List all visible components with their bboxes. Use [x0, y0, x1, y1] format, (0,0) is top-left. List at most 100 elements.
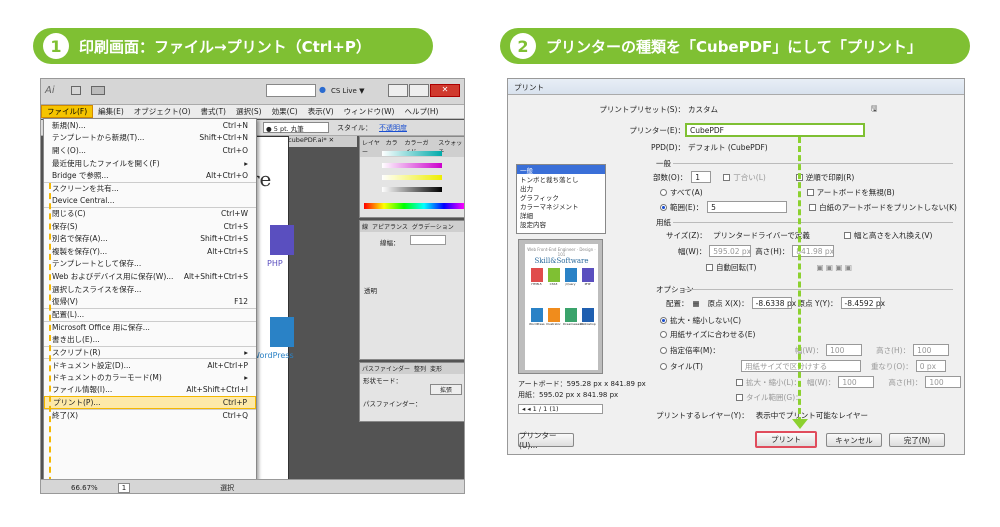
menu-item[interactable]: Bridge で参照... Alt+Ctrl+O [44, 169, 256, 182]
range-radio[interactable] [660, 203, 667, 211]
menu-file[interactable]: ファイル(F) [41, 105, 94, 118]
menu-item-print[interactable]: プリント(P)... Ctrl+P [44, 396, 256, 409]
category-item[interactable]: トンボと裁ち落とし [517, 174, 605, 184]
ignore-artboards-checkbox[interactable] [806, 189, 814, 196]
cancel-button[interactable]: キャンセル [826, 433, 882, 447]
arrange-icon[interactable] [91, 86, 105, 95]
placement-grid-icon[interactable]: ▦ [693, 299, 700, 308]
save-preset-icon[interactable]: 🖫 [871, 103, 877, 116]
menu-item[interactable]: 閉じる(C) Ctrl+W [44, 207, 256, 220]
category-item[interactable]: 詳細 [517, 210, 605, 220]
menu-window[interactable]: ウィンドウ(W) [339, 106, 400, 117]
tab-stroke[interactable]: 線 [362, 222, 368, 231]
range-input[interactable]: 5 [707, 201, 788, 213]
category-item[interactable]: 一般 [517, 165, 605, 175]
menu-item[interactable]: 書き出し(E)... [44, 333, 256, 346]
tab-align[interactable]: 整列 [414, 364, 426, 373]
tile-range-checkbox[interactable] [736, 394, 743, 401]
maximize-button[interactable] [409, 84, 429, 97]
menu-item[interactable]: 終了(X) Ctrl+Q [44, 408, 256, 422]
orientation-icons[interactable]: ▣ ▣ ▣ ▣ [816, 263, 852, 272]
menu-effect[interactable]: 効果(C) [267, 106, 303, 117]
menu-object[interactable]: オブジェクト(O) [129, 106, 196, 117]
menu-view[interactable]: 表示(V) [303, 106, 339, 117]
menu-item[interactable]: スクリーンを共有... [44, 181, 256, 195]
menu-item[interactable]: ドキュメント設定(D)... Alt+Ctrl+P [44, 358, 256, 371]
origin-y-input[interactable]: -8.4592 px [840, 297, 885, 309]
menu-item[interactable]: 復帰(V) F12 [44, 295, 256, 308]
tab-transform[interactable]: 変形 [430, 364, 442, 373]
slider-y[interactable] [382, 175, 442, 180]
bridge-icon[interactable] [71, 86, 81, 95]
menu-item[interactable]: 配置(L)... [44, 307, 256, 321]
menu-item[interactable]: ドキュメントのカラーモード(M) ▸ [44, 371, 256, 384]
menu-item[interactable]: 新規(N)... Ctrl+N [44, 119, 256, 132]
cs-height-input[interactable]: 100 [913, 344, 950, 356]
tab-layers[interactable]: レイヤー [362, 138, 382, 156]
menu-item[interactable]: 保存(S) Ctrl+S [44, 220, 256, 233]
tile-radio[interactable] [660, 362, 667, 370]
tile-height-input[interactable]: 100 [925, 376, 962, 388]
transverse-checkbox[interactable] [844, 231, 851, 239]
menu-type[interactable]: 書式(T) [196, 106, 231, 117]
tab-pathfinder[interactable]: パスファインダー [362, 364, 410, 373]
brush-select[interactable]: ● 5 pt. 丸筆 [263, 122, 329, 133]
slider-m[interactable] [382, 163, 442, 168]
printer-setup-button[interactable]: プリンター(U)... [518, 431, 574, 450]
color-spectrum[interactable] [364, 203, 464, 209]
search-input[interactable] [266, 84, 316, 97]
tile-width-input[interactable]: 100 [838, 376, 875, 388]
all-radio[interactable] [660, 189, 667, 196]
menu-help[interactable]: ヘルプ(H) [399, 106, 443, 117]
menu-item[interactable]: ファイル情報(I)... Alt+Shift+Ctrl+I [44, 383, 256, 396]
page-navigator[interactable]: ◂ ◂ 1 / 1 (1) [518, 404, 603, 414]
opacity-link[interactable]: 不透明度 [379, 123, 407, 133]
overlap-input[interactable]: 0 px [915, 360, 946, 372]
slider-k[interactable] [382, 187, 442, 192]
menu-item[interactable]: スクリプト(R) ▸ [44, 345, 256, 359]
menu-item[interactable]: 選択したスライスを保存... [44, 283, 256, 296]
cs-live-label[interactable]: CS Live ▼ [331, 87, 364, 95]
print-layers-select[interactable]: 表示中でプリント可能なレイヤー [753, 409, 893, 421]
category-item[interactable]: 出力 [517, 183, 605, 193]
tab-gradient[interactable]: グラデーション [412, 222, 454, 231]
menu-item[interactable]: テンプレートから新規(T)... Shift+Ctrl+N [44, 132, 256, 145]
custom-scale-radio[interactable] [660, 346, 667, 354]
menu-item[interactable]: 別名で保存(A)... Shift+Ctrl+S [44, 232, 256, 245]
close-icon[interactable]: ✕ [430, 84, 460, 97]
zoom-level[interactable]: 66.67% [71, 484, 98, 492]
tab-appearance[interactable]: アピアランス [372, 222, 408, 231]
tile-scale-checkbox[interactable] [736, 378, 743, 386]
origin-x-input[interactable]: -8.6338 px [751, 297, 796, 309]
menu-item[interactable]: Device Central... [44, 195, 256, 208]
menu-edit[interactable]: 編集(E) [93, 106, 129, 117]
category-item[interactable]: グラフィック [517, 192, 605, 202]
menu-item[interactable]: 開く(O)... Ctrl+O [44, 144, 256, 157]
menu-item[interactable]: 最近使用したファイルを開く(F) ▸ [44, 157, 256, 170]
cs-live-icon[interactable]: ● [319, 85, 326, 94]
category-item[interactable]: カラーマネジメント [517, 201, 605, 211]
preset-select[interactable]: カスタム [685, 104, 865, 116]
ppd-select[interactable]: デフォルト (CubePDF) [685, 141, 865, 153]
no-scale-radio[interactable] [660, 317, 667, 324]
page-number[interactable]: 1 [117, 482, 131, 493]
width-input[interactable]: 595.02 px [709, 245, 752, 257]
stroke-weight-input[interactable] [410, 235, 446, 245]
minimize-button[interactable] [388, 84, 408, 97]
auto-rotate-checkbox[interactable] [706, 264, 713, 271]
size-select[interactable]: プリンタードライバーで定義 [710, 229, 836, 241]
skip-blank-checkbox[interactable] [809, 203, 817, 211]
done-button[interactable]: 完了(N) [889, 433, 945, 447]
menu-item[interactable]: テンプレートとして保存... [44, 258, 256, 271]
menu-item[interactable]: 複製を保存(Y)... Alt+Ctrl+S [44, 245, 256, 258]
copies-input[interactable]: 1 [691, 171, 712, 183]
menu-item[interactable]: Microsoft Office 用に保存... [44, 320, 256, 334]
printer-select[interactable]: CubePDF [685, 123, 865, 137]
menu-item[interactable]: Web およびデバイス用に保存(W)... Alt+Shift+Ctrl+S [44, 270, 256, 283]
category-item[interactable]: 設定内容 [517, 219, 605, 229]
expand-button[interactable]: 拡張 [430, 384, 462, 395]
menu-select[interactable]: 選択(S) [231, 106, 267, 117]
slider-c[interactable] [382, 151, 442, 156]
cs-width-input[interactable]: 100 [826, 344, 863, 356]
collate-checkbox[interactable] [723, 173, 731, 181]
